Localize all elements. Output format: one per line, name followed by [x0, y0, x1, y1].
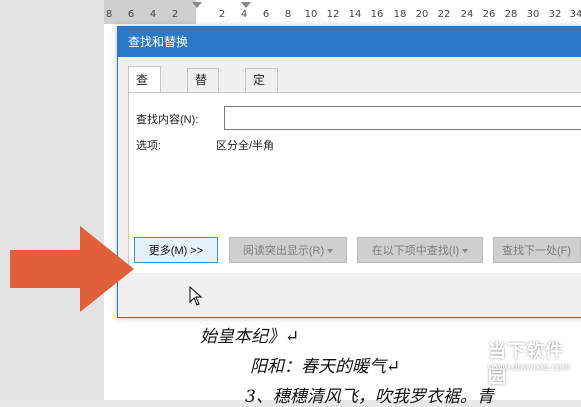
ruler-tick: 24 — [460, 9, 474, 20]
tab-find[interactable]: 查找(D) — [128, 66, 161, 141]
pointing-arrow-icon — [10, 226, 134, 312]
watermark-url: www.downxia.com — [488, 362, 571, 373]
watermark-logo-icon — [455, 337, 485, 367]
ruler-tick: 18 — [393, 9, 407, 20]
ruler-tick: 10 — [304, 9, 318, 20]
ruler-tick: 34 — [569, 9, 581, 20]
options-label: 选项: — [136, 140, 162, 152]
horizontal-ruler[interactable]: 8 6 4 2 2 4 6 8 10 12 14 16 18 20 22 24 … — [104, 0, 581, 25]
watermark: 当下软件园 www.downxia.com — [455, 335, 580, 390]
find-what-label: 查找内容(N): — [136, 114, 199, 126]
tab-replace[interactable]: 替换(P) — [187, 68, 219, 133]
tab-goto[interactable]: 定位(G) — [245, 68, 279, 133]
ruler-tick: 4 — [240, 9, 248, 20]
ruler-tick: 2 — [218, 9, 226, 20]
dropdown-caret-icon — [327, 249, 334, 254]
ruler-left-indent-marker[interactable] — [192, 2, 202, 8]
ruler-tick: 6 — [262, 9, 270, 20]
dropdown-caret-icon — [462, 249, 469, 254]
ruler-tick: 22 — [437, 9, 451, 20]
find-next-button[interactable]: 查找下一处(F) — [493, 237, 581, 263]
ruler-tick: 16 — [370, 9, 384, 20]
ruler-tick: 8 — [284, 9, 292, 20]
ruler-tick: 20 — [415, 9, 429, 20]
ruler-tick: 28 — [504, 9, 518, 20]
ruler-tick: 6 — [127, 9, 135, 20]
ruler-tick: 14 — [348, 9, 362, 20]
document-line: 阳和：春天的暖气↵ — [250, 357, 401, 377]
ruler-tick: 26 — [482, 9, 496, 20]
reading-highlight-button[interactable]: 阅读突出显示(R) — [229, 237, 347, 263]
options-value: 区分全/半角 — [216, 140, 275, 152]
ruler-tick: 12 — [326, 9, 340, 20]
document-line: 始皇本纪》↵ — [200, 327, 300, 347]
ruler-tick: 2 — [171, 9, 179, 20]
find-next-label: 查找下一处(F) — [502, 245, 572, 257]
mouse-cursor-icon — [189, 286, 203, 306]
ruler-tick: 30 — [526, 9, 540, 20]
ruler-tick: 32 — [548, 9, 562, 20]
find-what-input[interactable] — [224, 106, 581, 130]
find-replace-dialog: 查找和替换 查找(D) 替换(P) 定位(G) 查找内容(N): 选项: 区分全… — [117, 26, 581, 318]
ruler-tick: 4 — [149, 9, 157, 20]
find-in-button[interactable]: 在以下项中查找(I) — [357, 237, 483, 263]
ruler-first-line-marker[interactable] — [241, 2, 251, 8]
dialog-title: 查找和替换 — [118, 27, 581, 57]
find-in-label: 在以下项中查找(I) — [371, 245, 460, 257]
more-button-label: 更多(M) >> — [148, 245, 204, 257]
ruler-tick: 8 — [105, 9, 113, 20]
window-background — [0, 0, 104, 400]
reading-highlight-label: 阅读突出显示(R) — [242, 245, 325, 257]
more-button[interactable]: 更多(M) >> — [134, 237, 218, 263]
